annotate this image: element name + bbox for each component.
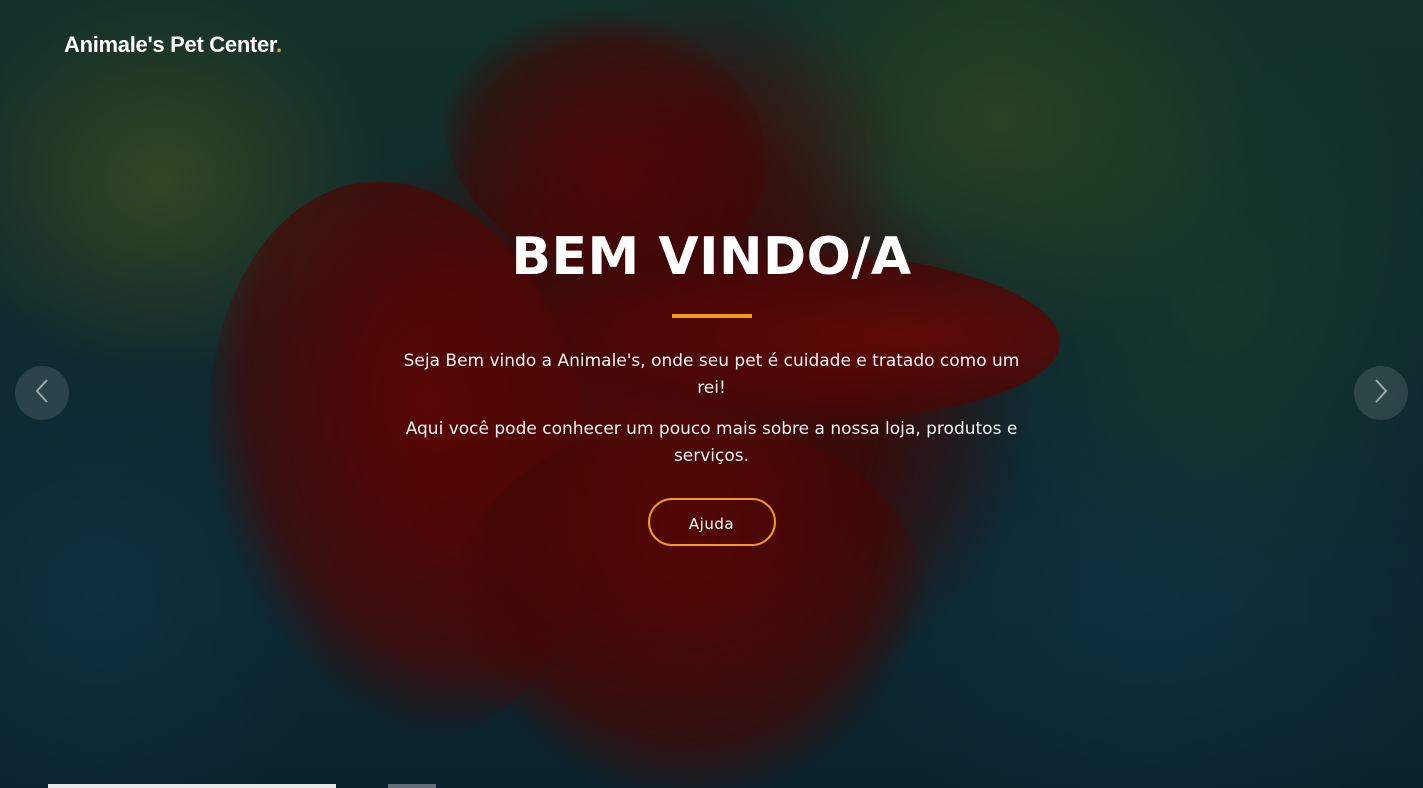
- brand-dot: .: [275, 32, 282, 57]
- carousel-indicators: [0, 784, 1423, 788]
- hero-paragraph-welcome: Seja Bem vindo a Animale's, onde seu pet…: [403, 351, 1020, 398]
- brand-text: Animale's Pet Center: [64, 32, 276, 57]
- hero-title: BEM VINDO/A: [511, 227, 912, 287]
- title-divider: [671, 314, 752, 318]
- hero-content: BEM VINDO/A Seja Bem vindo a Animale's, …: [0, 226, 1423, 546]
- carousel-indicator-active[interactable]: [48, 784, 336, 788]
- help-button[interactable]: Ajuda: [647, 498, 776, 546]
- brand-logo[interactable]: Animale's Pet Center.: [64, 32, 282, 58]
- carousel-indicator[interactable]: [388, 784, 436, 788]
- hero-paragraph-about: Aqui você pode conhecer um pouco mais so…: [405, 419, 1018, 466]
- hero-carousel: Animale's Pet Center. BEM VINDO/A Seja B…: [0, 0, 1423, 788]
